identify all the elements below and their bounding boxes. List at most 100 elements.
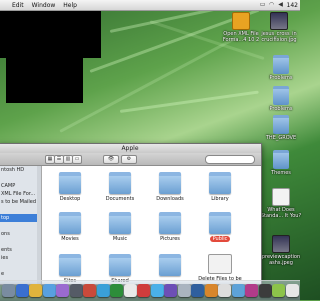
dock-app-icon[interactable] bbox=[83, 284, 96, 297]
folder-item[interactable] bbox=[148, 254, 192, 278]
menu-edit[interactable]: Edit bbox=[8, 2, 28, 9]
desktop-icon-preview-image[interactable]: previewcaption ashs.jpeg bbox=[258, 235, 304, 266]
desktop-icon-label: THE_GROVE bbox=[265, 135, 297, 141]
dock-app-icon[interactable] bbox=[15, 284, 29, 297]
dock-app-icon[interactable] bbox=[29, 284, 42, 297]
sidebar-item[interactable]: CAMP bbox=[0, 182, 41, 190]
window-titlebar[interactable]: Apple bbox=[0, 144, 261, 153]
status-area: ▭ ◠ ◀ 142 bbox=[260, 0, 298, 10]
coverflow-view-button[interactable]: ▭ bbox=[72, 155, 82, 164]
menu-clock[interactable]: 142 bbox=[287, 2, 298, 9]
volume-icon[interactable]: ◀ bbox=[278, 2, 284, 8]
folder-icon bbox=[273, 86, 289, 105]
folder-icon bbox=[59, 212, 81, 234]
menu-bar: Edit Window Help ▭ ◠ ◀ 142 bbox=[0, 0, 300, 11]
sidebar-item[interactable] bbox=[0, 174, 41, 182]
sidebar-item[interactable] bbox=[0, 222, 41, 230]
folder-icon bbox=[273, 55, 289, 74]
folder-item[interactable]: Documents bbox=[98, 172, 142, 202]
sidebar-item[interactable] bbox=[0, 262, 41, 270]
folder-icon bbox=[59, 254, 81, 276]
dock-app-icon[interactable] bbox=[231, 284, 245, 297]
sidebar-item[interactable]: ents bbox=[0, 246, 41, 254]
dock-app-icon[interactable] bbox=[191, 284, 204, 297]
desktop-icon-label: Problems bbox=[269, 106, 293, 112]
folder-icon bbox=[159, 254, 181, 276]
sidebar-item[interactable] bbox=[0, 206, 41, 214]
folder-icon bbox=[109, 212, 131, 234]
sidebar-item[interactable]: XML File For... bbox=[0, 190, 41, 198]
folder-label: Movies bbox=[61, 236, 79, 242]
package-item[interactable]: Delete Files to be bbox=[198, 254, 242, 282]
dock-app-icon[interactable] bbox=[204, 284, 218, 297]
search-input[interactable] bbox=[205, 155, 255, 164]
folder-icon bbox=[209, 212, 231, 234]
desktop-icon-problems-2[interactable]: Problems bbox=[258, 86, 304, 112]
desktop-icon-problems[interactable]: Problems bbox=[258, 55, 304, 81]
folder-label: Documents bbox=[105, 196, 135, 202]
desktop-icon-label: jesus_cross_in crucifixion.jpg bbox=[261, 31, 297, 43]
quick-look-button[interactable]: 👁 bbox=[103, 155, 119, 164]
finder-content: Desktop Documents Downloads Library Movi… bbox=[42, 166, 261, 284]
xml-file-icon bbox=[232, 12, 250, 30]
sidebar-item[interactable] bbox=[0, 238, 41, 246]
dock-app-icon[interactable] bbox=[272, 284, 285, 297]
document-icon bbox=[272, 188, 290, 206]
window-title: Apple bbox=[121, 145, 139, 152]
dock-app-icon[interactable] bbox=[42, 284, 56, 297]
dock-app-icon[interactable] bbox=[218, 284, 231, 297]
folder-item[interactable]: Pictures bbox=[148, 212, 192, 242]
dock-app-icon[interactable] bbox=[137, 284, 150, 297]
desktop-icon-the-grove[interactable]: THE_GROVE bbox=[258, 115, 304, 141]
finder-toolbar: ▦ ☰ ▥ ▭ 👁 ⚙ bbox=[0, 153, 261, 166]
sidebar-item[interactable]: ons bbox=[0, 230, 41, 238]
dock-app-icon[interactable] bbox=[123, 284, 137, 297]
folder-label: Pictures bbox=[160, 236, 180, 242]
action-button[interactable]: ⚙ bbox=[121, 155, 137, 164]
sidebar-item[interactable]: ies bbox=[0, 254, 41, 262]
folder-item[interactable]: Movies bbox=[48, 212, 92, 242]
dock-app-icon[interactable] bbox=[110, 284, 123, 297]
desktop-icon-themes[interactable]: Themes bbox=[258, 150, 304, 176]
desktop-icon-label: previewcaption ashs.jpeg bbox=[261, 254, 301, 266]
dock-app-icon[interactable] bbox=[245, 284, 258, 297]
redacted-area bbox=[6, 58, 83, 103]
desktop-icon-document[interactable]: What Does Standa... It You? bbox=[258, 188, 304, 219]
folder-icon bbox=[273, 115, 289, 134]
desktop-icon-jesus-image[interactable]: jesus_cross_in crucifixion.jpg bbox=[256, 12, 302, 43]
sidebar-item-selected[interactable]: top bbox=[0, 214, 41, 222]
folder-icon bbox=[159, 212, 181, 234]
desktop-icon-label: What Does Standa... It You? bbox=[260, 207, 302, 219]
sidebar-item[interactable]: ntosh HD bbox=[0, 166, 41, 174]
dock-app-icon[interactable] bbox=[177, 284, 191, 297]
folder-item[interactable]: Desktop bbox=[48, 172, 92, 202]
folder-item[interactable]: Library bbox=[198, 172, 242, 202]
dock-app-icon[interactable] bbox=[258, 284, 272, 297]
image-file-icon bbox=[272, 235, 290, 253]
folder-icon bbox=[109, 254, 131, 276]
dock-app-icon[interactable] bbox=[2, 284, 15, 297]
wifi-icon[interactable]: ◠ bbox=[269, 2, 275, 8]
dock-app-icon[interactable] bbox=[164, 284, 177, 297]
folder-icon bbox=[159, 172, 181, 194]
folder-icon bbox=[273, 150, 289, 169]
folder-item[interactable]: Downloads bbox=[148, 172, 192, 202]
menu-help[interactable]: Help bbox=[59, 2, 81, 9]
sidebar-item[interactable]: e bbox=[0, 270, 41, 278]
airplay-icon[interactable]: ▭ bbox=[260, 2, 266, 8]
redacted-area bbox=[0, 11, 101, 58]
dock-app-icon[interactable] bbox=[150, 284, 164, 297]
dock-app-icon[interactable] bbox=[56, 284, 69, 297]
sidebar-scrollbar[interactable] bbox=[37, 166, 41, 284]
dock bbox=[0, 280, 300, 301]
sidebar-item[interactable]: s to be Mailed bbox=[0, 198, 41, 206]
dock-app-icon[interactable] bbox=[96, 284, 110, 297]
menu-window[interactable]: Window bbox=[28, 2, 60, 9]
folder-label: Desktop bbox=[59, 196, 81, 202]
image-file-icon bbox=[270, 12, 288, 30]
dock-app-icon[interactable] bbox=[285, 284, 299, 297]
folder-item[interactable]: Public bbox=[198, 212, 242, 242]
dock-app-icon[interactable] bbox=[69, 284, 83, 297]
desktop-icon-label: Problems bbox=[269, 75, 293, 81]
folder-item[interactable]: Music bbox=[98, 212, 142, 242]
